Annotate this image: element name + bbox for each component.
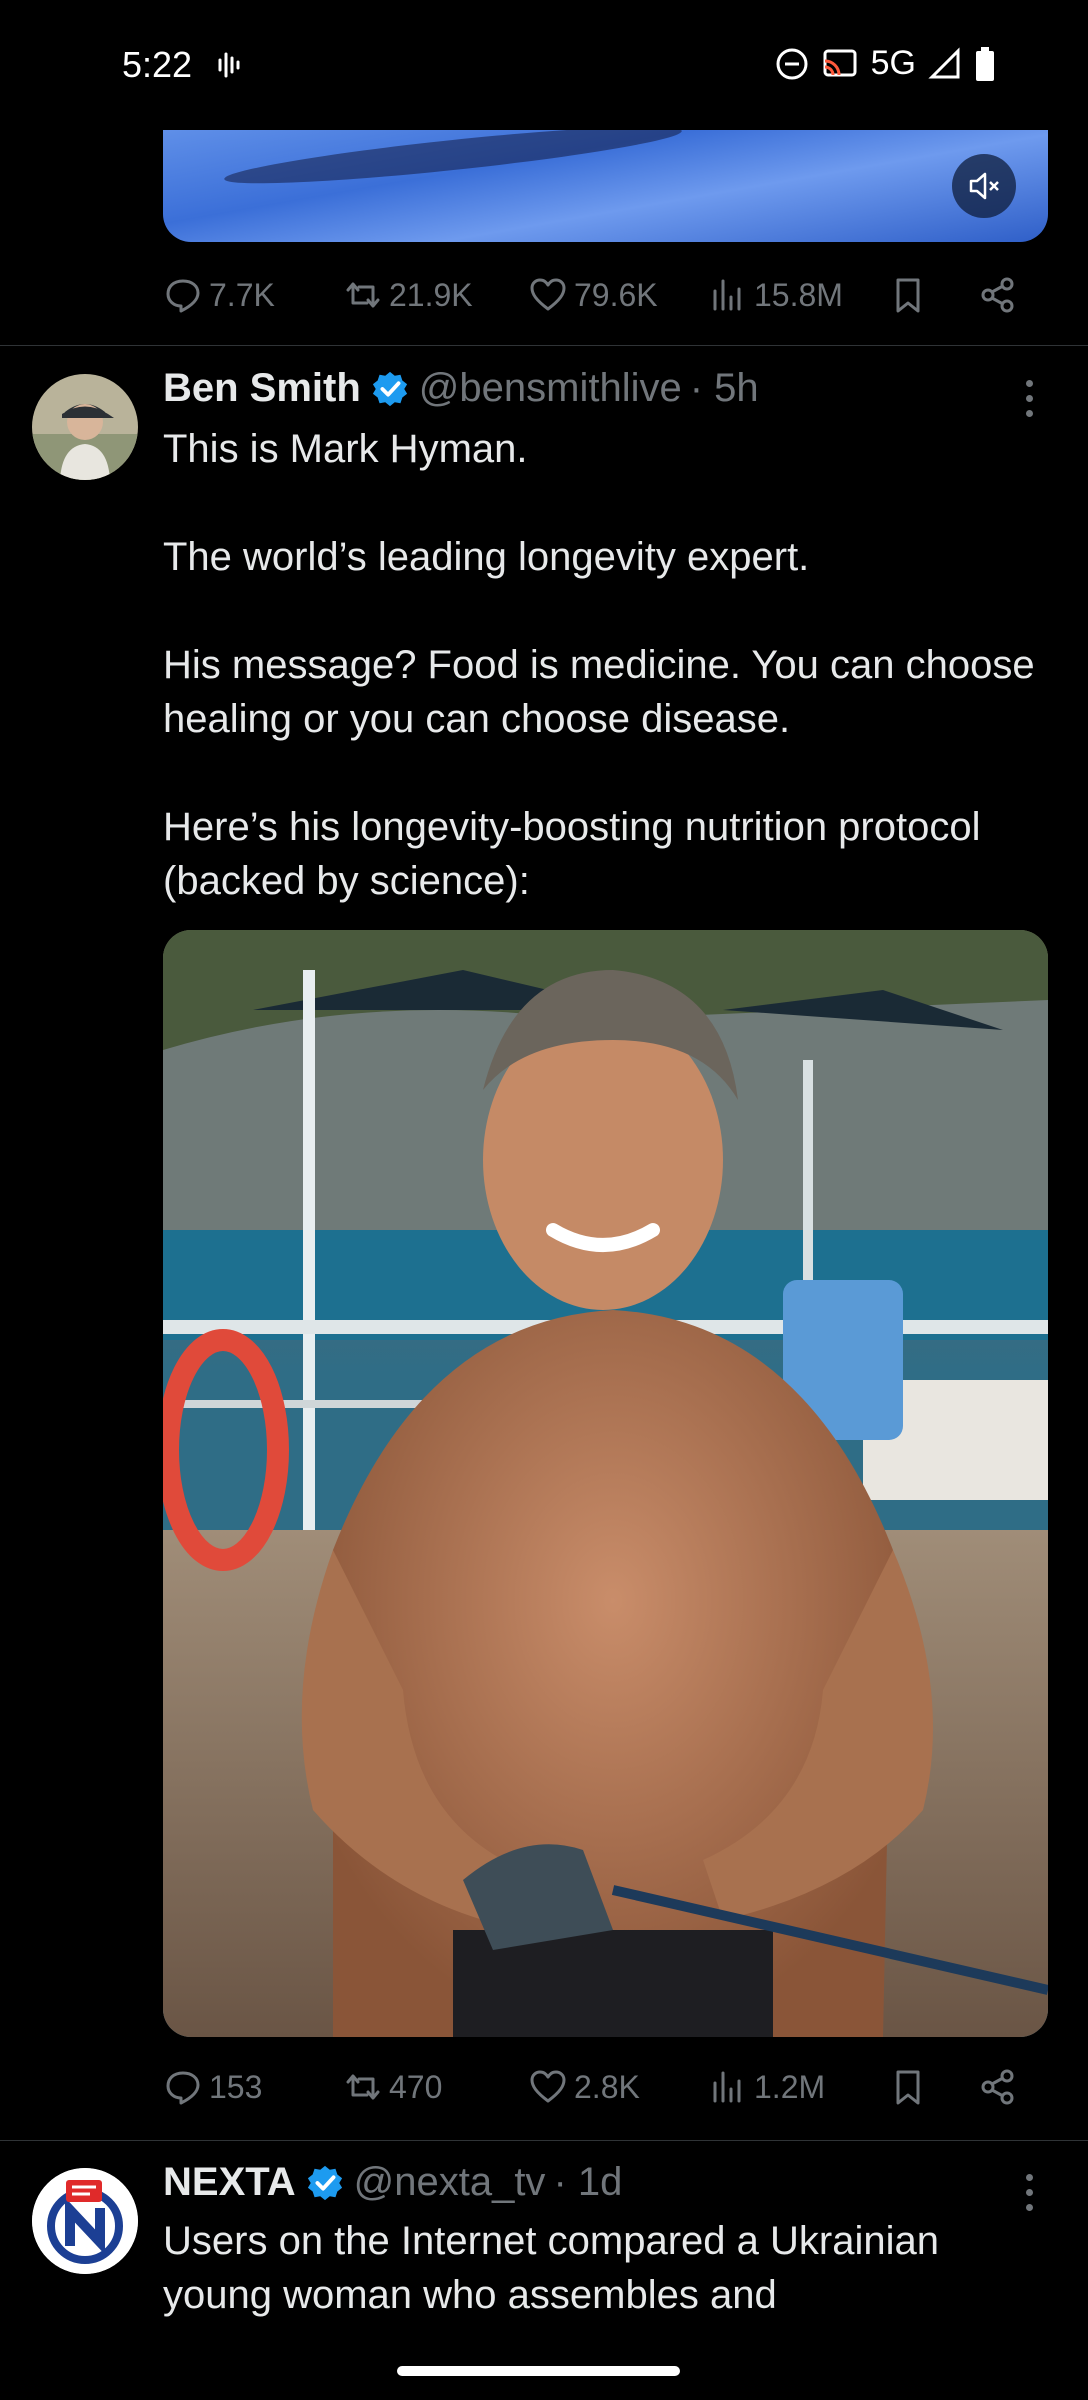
share-button[interactable]: [978, 2067, 1018, 2107]
like-button[interactable]: 79.6K: [528, 275, 708, 315]
tweet-time: · 5h: [689, 366, 759, 410]
video-media[interactable]: [163, 130, 1048, 242]
status-bar: 5:22 5G: [0, 0, 1088, 130]
author-name[interactable]: Ben Smith: [163, 366, 361, 411]
heart-icon: [530, 2070, 566, 2103]
share-icon: [981, 2069, 1014, 2105]
repost-count: 470: [389, 2068, 443, 2105]
more-dot-icon: [1026, 380, 1033, 387]
tweet-divider: [0, 345, 1088, 346]
share-button[interactable]: [978, 275, 1018, 315]
views-button[interactable]: 1.2M: [708, 2067, 888, 2107]
views-icon: [713, 279, 741, 311]
tweet-paragraph: His message? Food is medicine. You can c…: [163, 643, 1035, 741]
repost-icon: [346, 2074, 380, 2100]
repost-icon: [346, 282, 380, 308]
tweet-text: Users on the Internet compared a Ukraini…: [163, 2214, 1043, 2334]
tweet-paragraph: Users on the Internet compared a Ukraini…: [163, 2219, 939, 2317]
tweet-actions-bar: 7.7K 21.9K 79.6K 15.8M: [163, 260, 1048, 330]
bookmark-button[interactable]: [888, 275, 978, 315]
status-time: 5:22: [122, 44, 193, 85]
like-button[interactable]: 2.8K: [528, 2067, 708, 2107]
cast-icon: [823, 49, 857, 76]
repost-button[interactable]: 470: [343, 2067, 528, 2107]
more-dot-icon: [1026, 2174, 1033, 2181]
tweet-actions-bar: 153 470 2.8K 1.2M: [163, 2052, 1048, 2122]
tweet-paragraph: Here’s his longevity-boosting nutrition …: [163, 805, 981, 903]
network-type: 5G: [870, 44, 916, 82]
view-count: 15.8M: [754, 276, 843, 313]
tweet-divider: [0, 2140, 1088, 2141]
tweet-text: This is Mark Hyman. The world’s leading …: [163, 422, 1043, 908]
photo-image: [163, 930, 1048, 2037]
tweet-photo[interactable]: [163, 930, 1048, 2037]
views-icon: [713, 2071, 741, 2103]
tweet-header: Ben Smith @bensmithlive · 5h: [163, 366, 759, 411]
view-count: 1.2M: [754, 2068, 826, 2105]
bookmark-button[interactable]: [888, 2067, 978, 2107]
author-name[interactable]: NEXTA: [163, 2160, 296, 2205]
more-options-button[interactable]: [1026, 2174, 1038, 2211]
tweet-time: · 1d: [553, 2160, 623, 2204]
home-indicator[interactable]: [397, 2366, 680, 2376]
battery-icon: [976, 46, 994, 81]
reply-icon: [166, 279, 200, 313]
like-count: 79.6K: [574, 276, 658, 313]
tweet-paragraph: This is Mark Hyman.: [163, 427, 528, 471]
author-handle[interactable]: @bensmithlive: [419, 366, 682, 411]
bookmark-icon: [896, 2070, 920, 2105]
repost-button[interactable]: 21.9K: [343, 275, 528, 315]
tweet-paragraph: The world’s leading longevity expert.: [163, 535, 810, 579]
nexta-logo-icon: [32, 2168, 138, 2274]
more-dot-icon: [1026, 2204, 1033, 2211]
signal-icon: [928, 46, 960, 78]
mute-button[interactable]: [952, 154, 1016, 218]
sound-wave-icon: [218, 52, 240, 78]
do-not-disturb-icon: [776, 48, 808, 79]
repost-count: 21.9K: [389, 276, 473, 313]
more-dot-icon: [1026, 2189, 1033, 2196]
like-count: 2.8K: [574, 2068, 640, 2105]
heart-icon: [530, 278, 566, 311]
verified-badge-icon: [307, 2165, 342, 2200]
more-dot-icon: [1026, 410, 1033, 417]
reply-count: 153: [209, 2068, 263, 2105]
volume-muted-icon: [969, 172, 999, 200]
video-frame-detail: [222, 130, 684, 194]
avatar-image: [32, 374, 138, 480]
views-button[interactable]: 15.8M: [708, 275, 888, 315]
avatar[interactable]: [32, 374, 138, 480]
share-icon: [981, 277, 1014, 313]
more-options-button[interactable]: [1026, 380, 1038, 417]
status-icons: 5G: [775, 44, 996, 83]
reply-count: 7.7K: [209, 276, 275, 313]
reply-button[interactable]: 153: [163, 2067, 343, 2107]
tweet-header: NEXTA @nexta_tv · 1d: [163, 2160, 622, 2205]
author-handle[interactable]: @nexta_tv: [354, 2160, 546, 2205]
avatar[interactable]: [32, 2168, 138, 2274]
reply-icon: [166, 2071, 200, 2105]
verified-badge-icon: [372, 371, 407, 406]
reply-button[interactable]: 7.7K: [163, 275, 343, 315]
bookmark-icon: [896, 278, 920, 313]
more-dot-icon: [1026, 395, 1033, 402]
